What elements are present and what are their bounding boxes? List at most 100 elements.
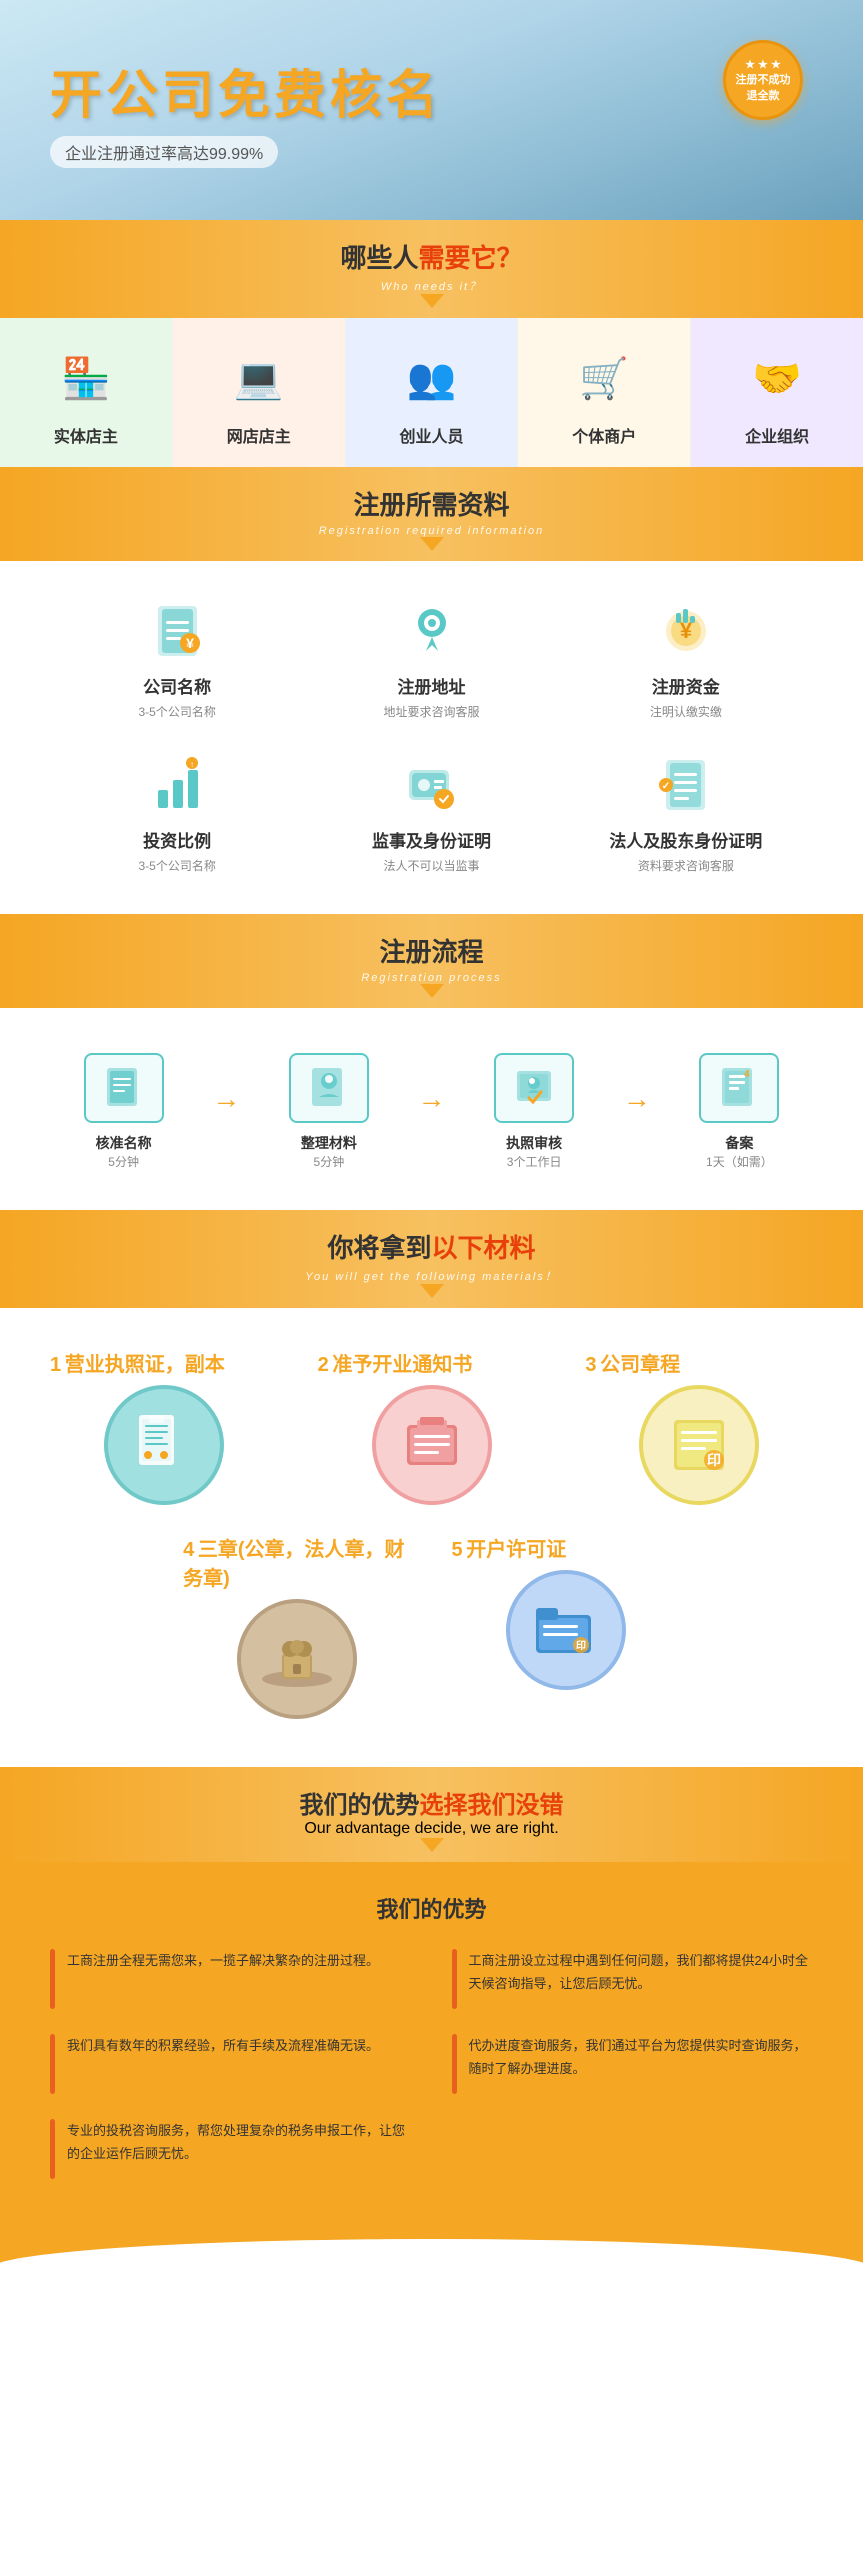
svg-text:✓: ✓: [662, 781, 670, 792]
reg-info-title: 注册所需资料: [0, 485, 863, 522]
advantages-header: 我们的优势选择我们没错 Our advantage decide, we are…: [0, 1767, 863, 1862]
process-name-2: 整理材料: [301, 1133, 357, 1153]
process-arrow-3: →: [623, 1083, 651, 1140]
process-time-2: 5分钟: [314, 1153, 345, 1170]
who-icon-5: 🤝: [732, 343, 822, 413]
reg-info-arrow: [420, 537, 444, 551]
reg-title-3: 注册资金: [652, 673, 720, 698]
adv-text-3: 我们具有数年的积累经验，所有手续及流程准确无误。: [67, 2034, 379, 2094]
reg-title-6: 法人及股东身份证明: [609, 827, 762, 852]
reg-item-2: 注册地址 地址要求咨询客服: [314, 601, 548, 720]
material-item-4: 4 三章(公章，法人章，财务章): [173, 1533, 421, 1727]
process-name-4: 备案: [725, 1133, 753, 1153]
reg-info-section: ¥ 公司名称 3-5个公司名称 注册地址 地址要求咨询客服: [0, 561, 863, 914]
material-img-4: [237, 1599, 357, 1719]
svg-text:印: 印: [576, 1640, 586, 1652]
material-num-5: 5 开户许可证: [442, 1533, 690, 1562]
reg-icon-2: [401, 601, 461, 661]
material-num-4: 4 三章(公章，法人章，财务章): [173, 1533, 421, 1591]
materials-section: 1 营业执照证，副本 2 准予开业通知书: [0, 1308, 863, 1767]
advantages-inner-title: 我们的优势: [50, 1892, 813, 1924]
advantages-arrow: [420, 1838, 444, 1852]
process-title: 注册流程: [0, 932, 863, 969]
who-label-5: 企业组织: [706, 423, 848, 447]
materials-bottom-row: 4 三章(公章，法人章，财务章) 5 开户许可证: [40, 1533, 823, 1727]
hero-section: 开公司免费核名 企业注册通过率高达99.99% ★ ★ ★ 注册不成功 退全款: [0, 0, 863, 220]
material-img-3: 印: [639, 1385, 759, 1505]
process-icon-4: 4: [699, 1053, 779, 1123]
who-icon-1: 🏪: [41, 343, 131, 413]
advantages-title: 我们的优势选择我们没错: [0, 1785, 863, 1820]
material-img-2: [372, 1385, 492, 1505]
process-icon-2: [289, 1053, 369, 1123]
process-icon-1: [84, 1053, 164, 1123]
svg-text:↑: ↑: [190, 760, 194, 769]
reg-item-3: ¥ 注册资金 注明认缴实缴: [569, 601, 803, 720]
advantages-en-subtitle: Our advantage decide, we are right.: [0, 1820, 863, 1838]
reg-item-4: ↑ 投资比例 3-5个公司名称: [60, 755, 294, 874]
reg-info-grid: ¥ 公司名称 3-5个公司名称 注册地址 地址要求咨询客服: [60, 601, 803, 874]
adv-bar-5: [50, 2119, 55, 2179]
who-needs-header: 哪些人需要它？ Who needs it？: [0, 220, 863, 318]
material-item-2: 2 准予开业通知书: [308, 1348, 556, 1513]
adv-text-5: 专业的投税咨询服务，帮您处理复杂的税务申报工作，让您的企业运作后顾无忧。: [67, 2119, 412, 2179]
advantages-grid: 工商注册全程无需您来，一揽子解决繁杂的注册过程。 工商注册设立过程中遇到任何问题…: [50, 1949, 813, 2179]
reg-info-en-subtitle: Registration required information: [0, 525, 863, 537]
process-step-4: 4 备案 1天（如需）: [656, 1053, 823, 1170]
svg-text:印: 印: [707, 1452, 721, 1468]
adv-text-1: 工商注册全程无需您来，一揽子解决繁杂的注册过程。: [67, 1949, 379, 2009]
material-item-5: 5 开户许可证 印: [442, 1533, 690, 1727]
hero-subtitle: 企业注册通过率高达99.99%: [50, 136, 278, 168]
reg-title-2: 注册地址: [397, 673, 465, 698]
who-item-2: 💻 网店店主: [173, 318, 346, 467]
reg-item-6: ✓ 法人及股东身份证明 资料要求咨询客服: [569, 755, 803, 874]
svg-text:¥: ¥: [186, 635, 194, 651]
reg-icon-5: [401, 755, 461, 815]
who-item-5: 🤝 企业组织: [691, 318, 863, 467]
reg-item-5: 监事及身份证明 法人不可以当监事: [314, 755, 548, 874]
who-icon-2: 💻: [214, 343, 304, 413]
svg-text:4: 4: [744, 1069, 750, 1080]
badge-line1: 注册不成功: [736, 71, 791, 87]
advantage-item-5: 专业的投税咨询服务，帮您处理复杂的税务申报工作，让您的企业运作后顾无忧。: [50, 2119, 412, 2179]
process-arrow: [420, 984, 444, 998]
reg-info-header: 注册所需资料 Registration required information: [0, 467, 863, 561]
material-img-5: 印: [506, 1570, 626, 1690]
process-time-4: 1天（如需）: [706, 1153, 773, 1170]
reg-desc-3: 注明认缴实缴: [650, 703, 722, 720]
reg-icon-1: ¥: [147, 601, 207, 661]
process-header: 注册流程 Registration process: [0, 914, 863, 1008]
arrow-down-icon: [420, 294, 444, 308]
material-num-3: 3 公司章程: [575, 1348, 823, 1377]
badge-line2: 退全款: [747, 87, 780, 103]
material-item-1: 1 营业执照证，副本: [40, 1348, 288, 1513]
material-num-2: 2 准予开业通知书: [308, 1348, 556, 1377]
adv-bar-2: [452, 1949, 457, 2009]
hero-main-title: 开公司免费核名: [50, 53, 442, 128]
process-name-1: 核准名称: [96, 1133, 152, 1153]
advantage-item-1: 工商注册全程无需您来，一揽子解决繁杂的注册过程。: [50, 1949, 412, 2009]
process-icon-3: [494, 1053, 574, 1123]
who-label-1: 实体店主: [15, 423, 157, 447]
material-img-1: [104, 1385, 224, 1505]
advantage-item-3: 我们具有数年的积累经验，所有手续及流程准确无误。: [50, 2034, 412, 2094]
reg-item-1: ¥ 公司名称 3-5个公司名称: [60, 601, 294, 720]
reg-icon-3: ¥: [656, 601, 716, 661]
who-label-3: 创业人员: [361, 423, 503, 447]
reg-desc-6: 资料要求咨询客服: [638, 857, 734, 874]
material-num-1: 1 营业执照证，副本: [40, 1348, 288, 1377]
materials-arrow: [420, 1284, 444, 1298]
badge-stars: ★ ★ ★: [745, 58, 781, 71]
advantage-item-2: 工商注册设立过程中遇到任何问题，我们都将提供24小时全天候咨询指导，让您后顾无忧…: [452, 1949, 814, 2009]
reg-desc-5: 法人不可以当监事: [383, 857, 479, 874]
who-needs-en-subtitle: Who needs it？: [0, 278, 863, 294]
process-time-3: 3个工作日: [507, 1153, 562, 1170]
reg-title-1: 公司名称: [143, 673, 211, 698]
materials-en-subtitle: You will get the following materials！: [0, 1268, 863, 1284]
reg-title-5: 监事及身份证明: [372, 827, 491, 852]
reg-icon-4: ↑: [147, 755, 207, 815]
process-time-1: 5分钟: [108, 1153, 139, 1170]
who-needs-grid: 🏪 实体店主 💻 网店店主 👥 创业人员 🛒 个体商户 🤝 企业组织: [0, 318, 863, 467]
reg-desc-2: 地址要求咨询客服: [383, 703, 479, 720]
who-item-4: 🛒 个体商户: [518, 318, 691, 467]
